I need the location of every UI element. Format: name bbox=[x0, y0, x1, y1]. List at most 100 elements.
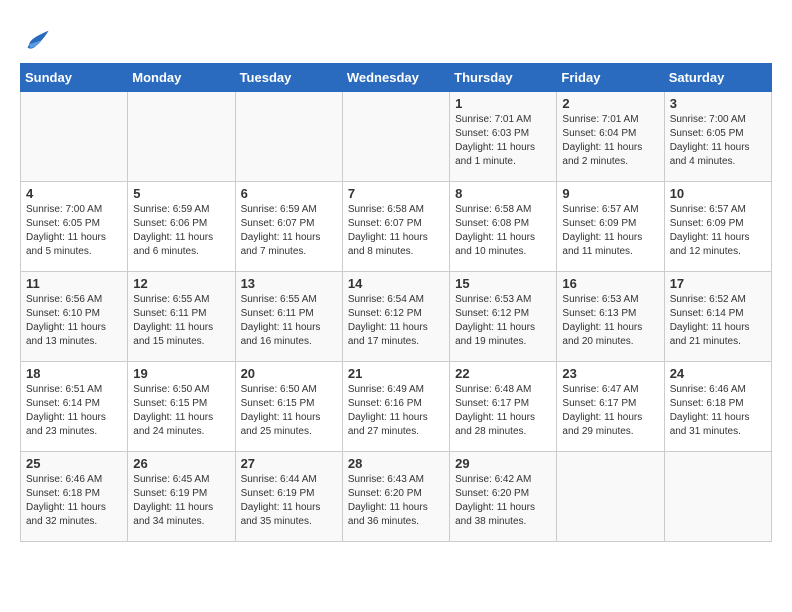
calendar-week-row: 11 Sunrise: 6:56 AM Sunset: 6:10 PM Dayli… bbox=[21, 272, 772, 362]
day-number: 3 bbox=[670, 96, 766, 111]
calendar-cell: 5Sunrise: 6:59 AM Sunset: 6:06 PM Daylig… bbox=[128, 182, 235, 272]
calendar-cell: 24 Sunrise: 6:46 AM Sunset: 6:18 PM Dayli… bbox=[664, 362, 771, 452]
day-number: 28 bbox=[348, 456, 444, 471]
calendar-cell: 23Sunrise: 6:47 AM Sunset: 6:17 PM Dayli… bbox=[557, 362, 664, 452]
day-number: 1 bbox=[455, 96, 551, 111]
day-number: 14 bbox=[348, 276, 444, 291]
day-number: 9 bbox=[562, 186, 658, 201]
calendar-week-row: 18 Sunrise: 6:51 AM Sunset: 6:14 PM Dayli… bbox=[21, 362, 772, 452]
day-number: 18 bbox=[26, 366, 122, 381]
calendar-cell: 16 Sunrise: 6:53 AM Sunset: 6:13 PM Dayli… bbox=[557, 272, 664, 362]
calendar-cell: 15Sunrise: 6:53 AM Sunset: 6:12 PM Dayli… bbox=[450, 272, 557, 362]
calendar-cell: 12 Sunrise: 6:55 AM Sunset: 6:11 PM Dayli… bbox=[128, 272, 235, 362]
day-number: 10 bbox=[670, 186, 766, 201]
day-info: Sunrise: 6:52 AM Sunset: 6:14 PM Dayligh… bbox=[670, 293, 766, 349]
header-wednesday: Wednesday bbox=[342, 64, 449, 92]
day-info: Sunrise: 6:46 AM Sunset: 6:18 PM Dayligh… bbox=[670, 383, 766, 439]
day-info: Sunrise: 6:53 AM Sunset: 6:13 PM Dayligh… bbox=[562, 293, 658, 349]
day-info: Sunrise: 6:53 AM Sunset: 6:12 PM Dayligh… bbox=[455, 293, 551, 349]
calendar-cell: 19 Sunrise: 6:50 AM Sunset: 6:15 PM Dayli… bbox=[128, 362, 235, 452]
day-number: 22 bbox=[455, 366, 551, 381]
day-number: 4 bbox=[26, 186, 122, 201]
calendar-cell bbox=[235, 92, 342, 182]
header-sunday: Sunday bbox=[21, 64, 128, 92]
day-info: Sunrise: 6:48 AM Sunset: 6:17 PM Dayligh… bbox=[455, 383, 551, 439]
header-tuesday: Tuesday bbox=[235, 64, 342, 92]
day-info: Sunrise: 7:01 AM Sunset: 6:04 PM Dayligh… bbox=[562, 113, 658, 169]
header-thursday: Thursday bbox=[450, 64, 557, 92]
logo bbox=[20, 25, 50, 53]
calendar-cell: 2 Sunrise: 7:01 AM Sunset: 6:04 PM Daylig… bbox=[557, 92, 664, 182]
calendar-cell: 26 Sunrise: 6:45 AM Sunset: 6:19 PM Dayli… bbox=[128, 452, 235, 542]
day-info: Sunrise: 6:44 AM Sunset: 6:19 PM Dayligh… bbox=[241, 473, 337, 529]
calendar-cell: 8Sunrise: 6:58 AM Sunset: 6:08 PM Daylig… bbox=[450, 182, 557, 272]
day-number: 21 bbox=[348, 366, 444, 381]
calendar-cell: 1 Sunrise: 7:01 AM Sunset: 6:03 PM Daylig… bbox=[450, 92, 557, 182]
day-number: 11 bbox=[26, 276, 122, 291]
day-number: 20 bbox=[241, 366, 337, 381]
calendar-cell: 4 Sunrise: 7:00 AM Sunset: 6:05 PM Daylig… bbox=[21, 182, 128, 272]
day-number: 29 bbox=[455, 456, 551, 471]
calendar-cell: 3Sunrise: 7:00 AM Sunset: 6:05 PM Daylig… bbox=[664, 92, 771, 182]
calendar-cell bbox=[128, 92, 235, 182]
day-number: 19 bbox=[133, 366, 229, 381]
calendar-cell: 10 Sunrise: 6:57 AM Sunset: 6:09 PM Dayli… bbox=[664, 182, 771, 272]
day-number: 17 bbox=[670, 276, 766, 291]
calendar-table: SundayMondayTuesdayWednesdayThursdayFrid… bbox=[20, 63, 772, 542]
day-number: 12 bbox=[133, 276, 229, 291]
header bbox=[20, 20, 772, 53]
day-number: 27 bbox=[241, 456, 337, 471]
calendar-cell: 20Sunrise: 6:50 AM Sunset: 6:15 PM Dayli… bbox=[235, 362, 342, 452]
calendar-cell bbox=[342, 92, 449, 182]
calendar-cell bbox=[21, 92, 128, 182]
calendar-cell: 6 Sunrise: 6:59 AM Sunset: 6:07 PM Daylig… bbox=[235, 182, 342, 272]
calendar-header-row: SundayMondayTuesdayWednesdayThursdayFrid… bbox=[21, 64, 772, 92]
day-number: 13 bbox=[241, 276, 337, 291]
calendar-cell: 21 Sunrise: 6:49 AM Sunset: 6:16 PM Dayli… bbox=[342, 362, 449, 452]
day-info: Sunrise: 6:58 AM Sunset: 6:07 PM Dayligh… bbox=[348, 203, 444, 259]
day-number: 26 bbox=[133, 456, 229, 471]
day-info: Sunrise: 6:51 AM Sunset: 6:14 PM Dayligh… bbox=[26, 383, 122, 439]
day-number: 16 bbox=[562, 276, 658, 291]
calendar-cell: 11 Sunrise: 6:56 AM Sunset: 6:10 PM Dayli… bbox=[21, 272, 128, 362]
day-number: 25 bbox=[26, 456, 122, 471]
calendar-cell bbox=[664, 452, 771, 542]
calendar-week-row: 25 Sunrise: 6:46 AM Sunset: 6:18 PM Dayli… bbox=[21, 452, 772, 542]
day-info: Sunrise: 6:45 AM Sunset: 6:19 PM Dayligh… bbox=[133, 473, 229, 529]
day-info: Sunrise: 6:43 AM Sunset: 6:20 PM Dayligh… bbox=[348, 473, 444, 529]
day-info: Sunrise: 6:57 AM Sunset: 6:09 PM Dayligh… bbox=[670, 203, 766, 259]
day-number: 24 bbox=[670, 366, 766, 381]
calendar-cell: 25 Sunrise: 6:46 AM Sunset: 6:18 PM Dayli… bbox=[21, 452, 128, 542]
day-info: Sunrise: 6:49 AM Sunset: 6:16 PM Dayligh… bbox=[348, 383, 444, 439]
day-info: Sunrise: 6:55 AM Sunset: 6:11 PM Dayligh… bbox=[133, 293, 229, 349]
calendar-week-row: 4 Sunrise: 7:00 AM Sunset: 6:05 PM Daylig… bbox=[21, 182, 772, 272]
day-number: 6 bbox=[241, 186, 337, 201]
day-number: 7 bbox=[348, 186, 444, 201]
day-info: Sunrise: 7:01 AM Sunset: 6:03 PM Dayligh… bbox=[455, 113, 551, 169]
calendar-cell: 18 Sunrise: 6:51 AM Sunset: 6:14 PM Dayli… bbox=[21, 362, 128, 452]
calendar-cell: 28 Sunrise: 6:43 AM Sunset: 6:20 PM Dayli… bbox=[342, 452, 449, 542]
calendar-cell: 27 Sunrise: 6:44 AM Sunset: 6:19 PM Dayli… bbox=[235, 452, 342, 542]
day-info: Sunrise: 6:56 AM Sunset: 6:10 PM Dayligh… bbox=[26, 293, 122, 349]
day-info: Sunrise: 6:54 AM Sunset: 6:12 PM Dayligh… bbox=[348, 293, 444, 349]
calendar-cell bbox=[557, 452, 664, 542]
day-info: Sunrise: 6:55 AM Sunset: 6:11 PM Dayligh… bbox=[241, 293, 337, 349]
calendar-cell: 13 Sunrise: 6:55 AM Sunset: 6:11 PM Dayli… bbox=[235, 272, 342, 362]
calendar-week-row: 1 Sunrise: 7:01 AM Sunset: 6:03 PM Daylig… bbox=[21, 92, 772, 182]
day-number: 2 bbox=[562, 96, 658, 111]
calendar-cell: 14 Sunrise: 6:54 AM Sunset: 6:12 PM Dayli… bbox=[342, 272, 449, 362]
calendar-cell: 17 Sunrise: 6:52 AM Sunset: 6:14 PM Dayli… bbox=[664, 272, 771, 362]
header-friday: Friday bbox=[557, 64, 664, 92]
calendar-cell: 9 Sunrise: 6:57 AM Sunset: 6:09 PM Daylig… bbox=[557, 182, 664, 272]
logo-bird-icon bbox=[22, 25, 50, 53]
calendar-cell: 7 Sunrise: 6:58 AM Sunset: 6:07 PM Daylig… bbox=[342, 182, 449, 272]
day-info: Sunrise: 6:46 AM Sunset: 6:18 PM Dayligh… bbox=[26, 473, 122, 529]
day-info: Sunrise: 6:59 AM Sunset: 6:06 PM Dayligh… bbox=[133, 203, 229, 259]
day-info: Sunrise: 6:50 AM Sunset: 6:15 PM Dayligh… bbox=[133, 383, 229, 439]
header-saturday: Saturday bbox=[664, 64, 771, 92]
day-info: Sunrise: 6:59 AM Sunset: 6:07 PM Dayligh… bbox=[241, 203, 337, 259]
calendar-cell: 22 Sunrise: 6:48 AM Sunset: 6:17 PM Dayli… bbox=[450, 362, 557, 452]
day-info: Sunrise: 6:42 AM Sunset: 6:20 PM Dayligh… bbox=[455, 473, 551, 529]
day-info: Sunrise: 7:00 AM Sunset: 6:05 PM Dayligh… bbox=[26, 203, 122, 259]
day-info: Sunrise: 6:57 AM Sunset: 6:09 PM Dayligh… bbox=[562, 203, 658, 259]
